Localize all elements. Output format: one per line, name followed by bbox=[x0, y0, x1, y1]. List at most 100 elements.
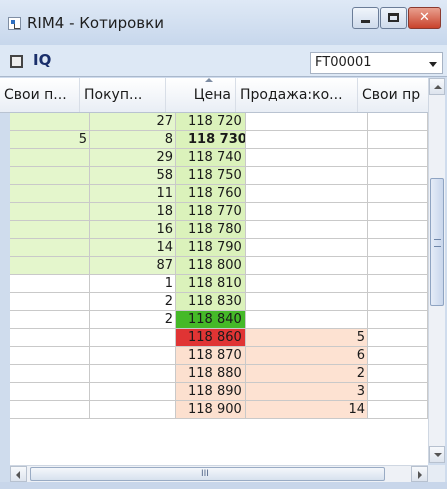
cell-own-sell[interactable] bbox=[368, 293, 428, 311]
cell-price[interactable]: 118 750 bbox=[176, 167, 246, 185]
cell-own-sell[interactable] bbox=[368, 113, 428, 131]
table-row[interactable]: 2 118 830 bbox=[10, 293, 428, 311]
cell-price[interactable]: 118 870 bbox=[176, 347, 246, 365]
cell-price[interactable]: 118 730 bbox=[176, 131, 246, 149]
cell-sell[interactable]: 2 bbox=[246, 365, 368, 383]
cell-own-buy[interactable] bbox=[10, 257, 90, 275]
cell-sell[interactable] bbox=[246, 149, 368, 167]
cell-sell[interactable]: 6 bbox=[246, 347, 368, 365]
cell-own-sell[interactable] bbox=[368, 131, 428, 149]
cell-price[interactable]: 118 720 bbox=[176, 113, 246, 131]
cell-buy[interactable]: 29 bbox=[90, 149, 176, 167]
cell-own-buy[interactable] bbox=[10, 275, 90, 293]
maximize-button[interactable] bbox=[380, 7, 407, 29]
cell-buy[interactable]: 11 bbox=[90, 185, 176, 203]
cell-sell[interactable] bbox=[246, 293, 368, 311]
horizontal-scroll-thumb[interactable]: III bbox=[30, 467, 385, 481]
cell-buy[interactable]: 2 bbox=[90, 293, 176, 311]
cell-own-sell[interactable] bbox=[368, 221, 428, 239]
column-header-own-sell[interactable]: Свои пр bbox=[358, 78, 430, 112]
cell-price[interactable]: 118 830 bbox=[176, 293, 246, 311]
cell-price[interactable]: 118 880 bbox=[176, 365, 246, 383]
cell-buy[interactable]: 58 bbox=[90, 167, 176, 185]
cell-sell[interactable] bbox=[246, 167, 368, 185]
cell-own-sell[interactable] bbox=[368, 203, 428, 221]
scroll-down-button[interactable] bbox=[429, 446, 445, 463]
cell-price[interactable]: 118 790 bbox=[176, 239, 246, 257]
cell-sell[interactable] bbox=[246, 203, 368, 221]
table-row[interactable]: 58 118 750 bbox=[10, 167, 428, 185]
cell-own-buy[interactable]: 5 bbox=[10, 131, 90, 149]
table-row[interactable]: 118 870 6 bbox=[10, 347, 428, 365]
cell-buy[interactable]: 8 bbox=[90, 131, 176, 149]
cell-own-buy[interactable] bbox=[10, 239, 90, 257]
cell-sell[interactable]: 3 bbox=[246, 383, 368, 401]
cell-own-buy[interactable] bbox=[10, 293, 90, 311]
cell-own-buy[interactable] bbox=[10, 347, 90, 365]
cell-own-sell[interactable] bbox=[368, 275, 428, 293]
cell-buy[interactable] bbox=[90, 329, 176, 347]
cell-own-sell[interactable] bbox=[368, 365, 428, 383]
scroll-right-button[interactable] bbox=[411, 466, 428, 482]
cell-sell[interactable]: 5 bbox=[246, 329, 368, 347]
scroll-up-button[interactable] bbox=[429, 78, 445, 95]
cell-own-sell[interactable] bbox=[368, 185, 428, 203]
cell-own-sell[interactable] bbox=[368, 149, 428, 167]
cell-sell[interactable] bbox=[246, 221, 368, 239]
cell-sell[interactable] bbox=[246, 275, 368, 293]
cell-sell[interactable] bbox=[246, 131, 368, 149]
table-row[interactable]: 18 118 770 bbox=[10, 203, 428, 221]
account-select[interactable]: FT00001 bbox=[310, 52, 443, 74]
cell-own-buy[interactable] bbox=[10, 401, 90, 419]
cell-sell[interactable] bbox=[246, 239, 368, 257]
vertical-scroll-thumb[interactable] bbox=[430, 178, 444, 306]
horizontal-scrollbar[interactable]: III bbox=[10, 465, 428, 482]
cell-sell[interactable] bbox=[246, 257, 368, 275]
cell-price[interactable]: 118 810 bbox=[176, 275, 246, 293]
cell-own-sell[interactable] bbox=[368, 401, 428, 419]
cell-own-sell[interactable] bbox=[368, 257, 428, 275]
cell-own-buy[interactable] bbox=[10, 203, 90, 221]
cell-own-buy[interactable] bbox=[10, 311, 90, 329]
column-header-sell[interactable]: Продажа:ко... bbox=[236, 78, 358, 112]
table-row[interactable]: 118 900 14 bbox=[10, 401, 428, 419]
table-row[interactable]: 1 118 810 bbox=[10, 275, 428, 293]
cell-own-sell[interactable] bbox=[368, 167, 428, 185]
cell-buy[interactable] bbox=[90, 347, 176, 365]
cell-own-buy[interactable] bbox=[10, 365, 90, 383]
table-row[interactable]: 5 8 118 730 bbox=[10, 131, 428, 149]
cell-own-buy[interactable] bbox=[10, 185, 90, 203]
cell-sell[interactable] bbox=[246, 113, 368, 131]
cell-buy[interactable]: 87 bbox=[90, 257, 176, 275]
cell-own-buy[interactable] bbox=[10, 113, 90, 131]
cell-price[interactable]: 118 780 bbox=[176, 221, 246, 239]
scroll-left-button[interactable] bbox=[10, 466, 27, 482]
cell-buy[interactable] bbox=[90, 383, 176, 401]
column-header-own-buy[interactable]: Свои п... bbox=[0, 78, 80, 112]
table-row[interactable]: 118 890 3 bbox=[10, 383, 428, 401]
table-row[interactable]: 16 118 780 bbox=[10, 221, 428, 239]
minimize-button[interactable] bbox=[352, 7, 379, 29]
cell-buy[interactable] bbox=[90, 401, 176, 419]
cell-own-sell[interactable] bbox=[368, 329, 428, 347]
cell-price[interactable]: 118 770 bbox=[176, 203, 246, 221]
cell-own-buy[interactable] bbox=[10, 221, 90, 239]
cell-price[interactable]: 118 900 bbox=[176, 401, 246, 419]
table-row[interactable]: 2 118 840 bbox=[10, 311, 428, 329]
cell-own-sell[interactable] bbox=[368, 383, 428, 401]
table-row[interactable]: 118 860 5 bbox=[10, 329, 428, 347]
toggle-panel-icon[interactable] bbox=[10, 55, 23, 68]
table-row[interactable]: 27 118 720 bbox=[10, 113, 428, 131]
cell-price[interactable]: 118 840 bbox=[176, 311, 246, 329]
vertical-scrollbar[interactable] bbox=[428, 78, 445, 463]
cell-price[interactable]: 118 890 bbox=[176, 383, 246, 401]
cell-own-sell[interactable] bbox=[368, 239, 428, 257]
cell-sell[interactable] bbox=[246, 311, 368, 329]
cell-price[interactable]: 118 800 bbox=[176, 257, 246, 275]
cell-own-sell[interactable] bbox=[368, 347, 428, 365]
cell-sell[interactable]: 14 bbox=[246, 401, 368, 419]
cell-own-buy[interactable] bbox=[10, 167, 90, 185]
table-row[interactable]: 29 118 740 bbox=[10, 149, 428, 167]
cell-price[interactable]: 118 740 bbox=[176, 149, 246, 167]
table-row[interactable]: 14 118 790 bbox=[10, 239, 428, 257]
